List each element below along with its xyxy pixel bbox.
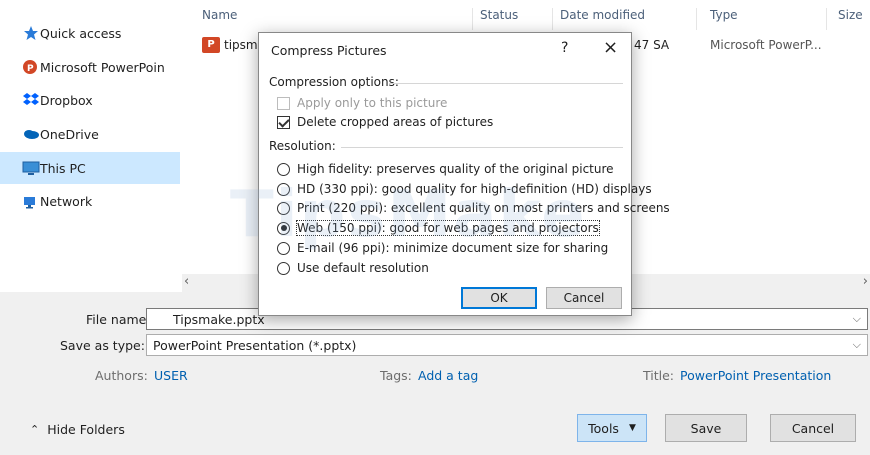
compress-pictures-dialog: Compress Pictures ? × Compression option…: [258, 32, 670, 316]
svg-text:P: P: [27, 64, 34, 74]
hide-folders-label: Hide Folders: [47, 422, 125, 437]
save-button[interactable]: Save: [665, 414, 747, 442]
radio-email[interactable]: E-mail (96 ppi): minimize document size …: [277, 239, 608, 257]
save-type-value: PowerPoint Presentation (*.pptx): [153, 338, 357, 353]
checkbox-box[interactable]: [277, 115, 290, 129]
scroll-left-icon[interactable]: ‹: [184, 274, 189, 289]
radio-label: Web (150 ppi): good for web pages and pr…: [296, 220, 600, 236]
save-button-label: Save: [690, 420, 722, 436]
nav-item-label: Network: [40, 193, 93, 209]
nav-item-quick-access[interactable]: Quick access: [0, 17, 180, 49]
close-icon[interactable]: ×: [603, 37, 618, 58]
apply-only-label: Apply only to this picture: [297, 96, 448, 110]
onedrive-icon: [22, 126, 40, 142]
save-panel: File name: Tipsmake.pptx ⌵ Save as type:…: [0, 292, 870, 455]
file-name-value: Tipsmake.pptx: [173, 312, 265, 327]
file-type: Microsoft PowerP...: [710, 38, 822, 52]
radio-label: HD (330 ppi): good quality for high-defi…: [297, 182, 652, 196]
cancel-button-label: Cancel: [791, 420, 835, 436]
radio-print[interactable]: Print (220 ppi): excellent quality on mo…: [277, 199, 670, 217]
apply-only-checkbox[interactable]: Apply only to this picture: [277, 94, 447, 112]
hide-folders-toggle[interactable]: ⌃ Hide Folders: [30, 422, 125, 437]
network-icon: [22, 193, 40, 209]
nav-item-label: OneDrive: [40, 126, 99, 142]
pc-icon: [22, 160, 40, 176]
radio-label: E-mail (96 ppi): minimize document size …: [297, 241, 609, 255]
divider: [389, 83, 623, 84]
dialog-cancel-button[interactable]: Cancel: [546, 287, 622, 309]
radio-circle[interactable]: [277, 201, 290, 215]
delete-cropped-checkbox[interactable]: Delete cropped areas of pictures: [277, 113, 493, 131]
navigation-pane: Quick access P Microsoft PowerPoin Dropb…: [0, 0, 180, 290]
scroll-right-icon[interactable]: ›: [863, 274, 868, 289]
radio-hd[interactable]: HD (330 ppi): good quality for high-defi…: [277, 180, 652, 198]
column-header-name[interactable]: Name: [194, 8, 237, 22]
chevron-down-icon[interactable]: ⌵: [853, 312, 861, 326]
radio-circle[interactable]: [277, 221, 290, 235]
column-separator[interactable]: [826, 8, 827, 30]
dialog-cancel-label: Cancel: [563, 291, 605, 305]
radio-circle[interactable]: [277, 261, 290, 275]
ok-button[interactable]: OK: [461, 287, 537, 309]
resolution-label: Resolution:: [269, 139, 336, 153]
radio-label: High fidelity: preserves quality of the …: [297, 162, 614, 176]
authors-value[interactable]: USER: [154, 368, 188, 383]
cancel-button[interactable]: Cancel: [770, 414, 856, 442]
divider: [341, 147, 623, 148]
dropbox-icon: [22, 92, 40, 108]
save-type-label: Save as type:: [60, 338, 145, 353]
radio-circle[interactable]: [277, 162, 290, 176]
radio-label: Print (220 ppi): excellent quality on mo…: [297, 201, 670, 215]
column-header-type[interactable]: Type: [702, 8, 738, 22]
radio-circle[interactable]: [277, 241, 290, 255]
column-header-status[interactable]: Status: [472, 8, 518, 22]
file-name-label: File name:: [86, 312, 151, 327]
nav-item-this-pc[interactable]: This PC: [0, 152, 180, 184]
radio-web[interactable]: Web (150 ppi): good for web pages and pr…: [277, 219, 600, 237]
title-label: Title:: [643, 368, 674, 383]
tools-label: Tools: [588, 420, 619, 436]
delete-cropped-label: Delete cropped areas of pictures: [297, 115, 494, 129]
ok-button-label: OK: [490, 291, 508, 305]
nav-item-label: Microsoft PowerPoin: [40, 59, 165, 75]
save-type-select[interactable]: PowerPoint Presentation (*.pptx) ⌵: [146, 334, 868, 356]
caret-down-icon: ▼: [628, 423, 636, 433]
nav-item-label: This PC: [40, 160, 86, 176]
radio-circle[interactable]: [277, 182, 290, 196]
title-value[interactable]: PowerPoint Presentation: [680, 368, 831, 383]
radio-default-resolution[interactable]: Use default resolution: [277, 259, 429, 277]
nav-item-powerpoint[interactable]: P Microsoft PowerPoin: [0, 51, 180, 83]
star-icon: [22, 25, 40, 41]
dialog-title: Compress Pictures: [271, 43, 387, 58]
radio-label: Use default resolution: [297, 261, 429, 275]
checkbox-box[interactable]: [277, 96, 290, 110]
compression-options-label: Compression options:: [269, 75, 399, 89]
authors-label: Authors:: [95, 368, 148, 383]
file-date: 47 SA: [634, 38, 670, 52]
powerpoint-icon: P: [22, 59, 40, 75]
tags-label: Tags:: [380, 368, 412, 383]
chevron-up-icon: ⌃: [30, 423, 40, 436]
powerpoint-file-icon: P: [202, 37, 220, 53]
chevron-down-icon[interactable]: ⌵: [853, 338, 861, 352]
column-header-date[interactable]: Date modified: [552, 8, 645, 22]
column-separator[interactable]: [696, 8, 697, 30]
nav-item-dropbox[interactable]: Dropbox: [0, 84, 180, 116]
nav-item-onedrive[interactable]: OneDrive: [0, 118, 180, 150]
tags-value[interactable]: Add a tag: [418, 368, 478, 383]
help-icon[interactable]: ?: [561, 40, 568, 56]
column-header-size[interactable]: Size: [830, 8, 863, 22]
nav-item-label: Dropbox: [40, 92, 93, 108]
file-list-header: Name Status Date modified Type Size: [190, 8, 870, 30]
nav-item-network[interactable]: Network: [0, 185, 180, 217]
nav-item-label: Quick access: [40, 25, 122, 41]
radio-high-fidelity[interactable]: High fidelity: preserves quality of the …: [277, 160, 614, 178]
tools-button[interactable]: Tools ▼: [577, 414, 647, 442]
